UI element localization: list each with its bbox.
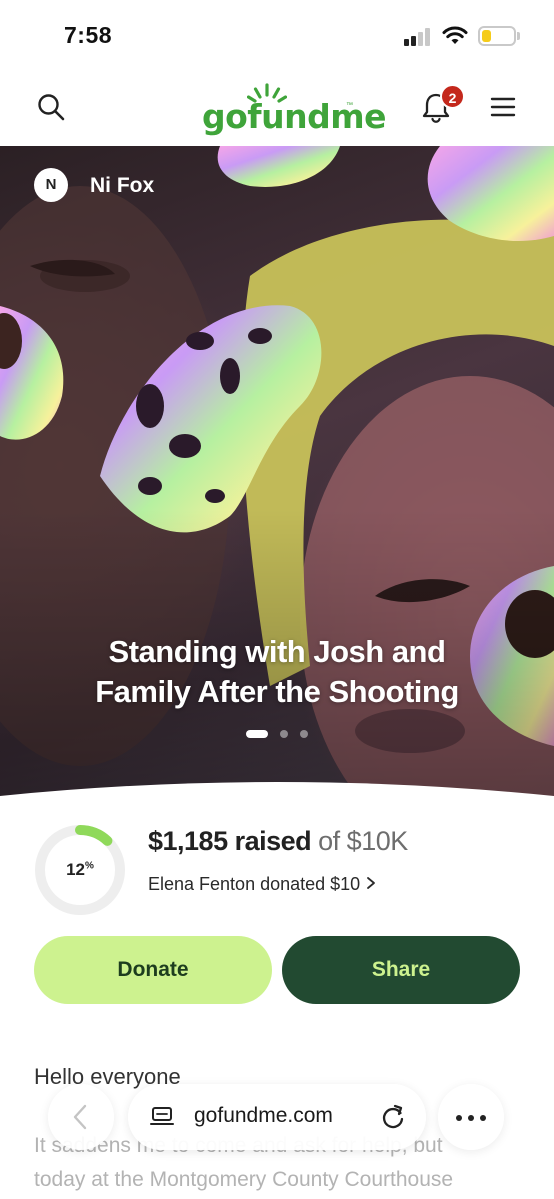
- cellular-signal-icon: [404, 28, 434, 46]
- campaign-title: Standing with Josh and Family After the …: [95, 634, 459, 709]
- share-button[interactable]: Share: [282, 936, 520, 1004]
- recent-donation-text: Elena Fenton donated $10: [148, 874, 361, 894]
- gofundme-logo[interactable]: gofundme ™: [200, 82, 387, 140]
- reload-icon[interactable]: [380, 1104, 406, 1130]
- owner-avatar[interactable]: N: [34, 168, 68, 202]
- recent-donation-link[interactable]: Elena Fenton donated $10: [148, 874, 376, 895]
- notification-badge[interactable]: 2: [440, 84, 465, 109]
- browser-address-bar[interactable]: gofundme.com: [128, 1084, 426, 1150]
- owner-name[interactable]: Ni Fox: [90, 174, 154, 198]
- page-info-icon: [150, 1107, 174, 1125]
- search-icon[interactable]: [36, 92, 66, 122]
- browser-back-button[interactable]: [48, 1084, 114, 1150]
- battery-icon: [478, 26, 516, 46]
- raised-summary: $1,185 raised of $10K: [148, 826, 408, 857]
- progress-percent-sign: %: [85, 860, 94, 872]
- carousel-dots[interactable]: [246, 730, 316, 740]
- menu-icon[interactable]: [490, 96, 516, 118]
- back-icon: [73, 1104, 87, 1130]
- logo-trademark: ™: [346, 102, 353, 109]
- carousel-dot-active[interactable]: [246, 730, 268, 738]
- status-time: 7:58: [64, 22, 113, 48]
- battery-tip: [517, 32, 520, 40]
- goal-amount: of $10K: [318, 826, 408, 856]
- progress-percent-value: 12: [66, 860, 85, 879]
- more-icon: [456, 1115, 486, 1121]
- browser-more-button[interactable]: [438, 1084, 504, 1150]
- donate-button[interactable]: Donate: [34, 936, 272, 1004]
- logo-text: gofundme: [202, 97, 387, 136]
- app-header: gofundme ™ 2: [0, 72, 554, 146]
- story-line: today at the Montgomery County Courthous…: [34, 1168, 454, 1191]
- chevron-right-icon: [367, 877, 376, 889]
- wifi-icon: [442, 26, 468, 44]
- progress-percent: 12%: [34, 860, 126, 880]
- carousel-dot[interactable]: [300, 730, 308, 738]
- status-bar: 7:58: [0, 0, 554, 72]
- url-text: gofundme.com: [194, 1104, 333, 1127]
- battery-level: [482, 30, 491, 42]
- raised-amount: $1,185 raised: [148, 826, 312, 856]
- carousel-dot[interactable]: [280, 730, 288, 738]
- hero-bottom-curve: [0, 782, 554, 820]
